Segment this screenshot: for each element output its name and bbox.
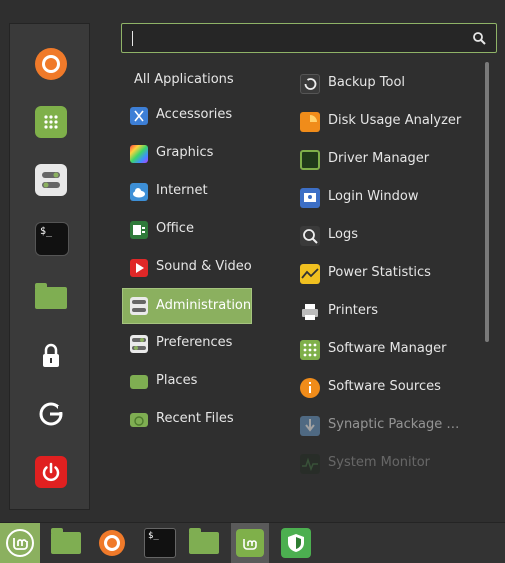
printer-icon	[300, 302, 320, 322]
files-icon[interactable]	[35, 282, 67, 314]
app-label: Printers	[328, 303, 379, 318]
category-label: Places	[156, 373, 198, 388]
app-disk-usage-analyzer[interactable]: Disk Usage Analyzer	[300, 109, 480, 135]
app-driver-manager[interactable]: Driver Manager	[300, 147, 480, 173]
app-backup-tool[interactable]: Backup Tool	[300, 71, 480, 97]
accessories-icon	[130, 107, 148, 125]
firefox-icon[interactable]	[35, 48, 67, 80]
terminal-icon: $_	[144, 528, 176, 558]
software-sources-icon	[300, 378, 320, 398]
lock-screen-icon[interactable]	[35, 340, 67, 372]
shield-icon	[281, 528, 311, 558]
app-label: Backup Tool	[328, 75, 406, 90]
app-power-statistics[interactable]: Power Statistics	[300, 261, 480, 287]
category-accessories[interactable]: Accessories	[122, 99, 252, 133]
shutdown-icon[interactable]	[35, 456, 67, 488]
category-recent-files[interactable]: Recent Files	[122, 403, 252, 437]
taskbar-firefox[interactable]	[92, 523, 132, 563]
app-label: Login Window	[328, 189, 419, 204]
preferences-icon	[130, 335, 148, 353]
app-software-manager[interactable]: Software Manager	[300, 337, 480, 363]
linux-mint-icon	[6, 529, 34, 557]
logs-icon	[300, 226, 320, 246]
administration-icon	[130, 297, 148, 315]
category-label: Recent Files	[156, 411, 234, 426]
office-icon	[130, 221, 148, 239]
firefox-icon	[99, 530, 125, 556]
category-places[interactable]: Places	[122, 365, 252, 399]
app-label: Logs	[328, 227, 358, 242]
settings-icon[interactable]	[35, 164, 67, 196]
menu-button[interactable]	[0, 523, 40, 563]
category-all-applications[interactable]: All Applications	[122, 64, 252, 98]
app-label: System Monitor	[328, 455, 431, 470]
recent-files-icon	[130, 413, 148, 427]
category-label: All Applications	[134, 72, 234, 87]
taskbar: $_	[0, 522, 505, 563]
taskbar-show-desktop[interactable]	[46, 523, 86, 563]
disk-usage-icon	[300, 112, 320, 132]
taskbar-terminal[interactable]: $_	[140, 523, 180, 563]
category-preferences[interactable]: Preferences	[122, 327, 252, 361]
places-icon	[130, 375, 148, 389]
app-login-window[interactable]: Login Window	[300, 185, 480, 211]
category-label: Graphics	[156, 145, 214, 160]
text-cursor	[132, 31, 133, 46]
app-logs[interactable]: Logs	[300, 223, 480, 249]
taskbar-mintinstall[interactable]	[231, 523, 269, 563]
power-statistics-icon	[300, 264, 320, 284]
application-menu: $_ All Applications Accessories Graphics…	[0, 0, 505, 522]
graphics-icon	[130, 145, 148, 163]
files-icon	[189, 528, 219, 554]
taskbar-files[interactable]	[184, 523, 224, 563]
terminal-icon[interactable]: $_	[35, 222, 69, 256]
category-graphics[interactable]: Graphics	[122, 137, 252, 171]
login-window-icon	[300, 188, 320, 208]
app-label: Software Sources	[328, 379, 441, 394]
category-label: Administration	[156, 298, 252, 313]
desktop-folder-icon	[51, 528, 81, 554]
software-manager-icon	[236, 529, 264, 557]
app-list-scrollbar[interactable]	[485, 62, 489, 342]
backup-icon	[300, 74, 320, 94]
app-system-monitor[interactable]: System Monitor	[300, 451, 480, 477]
synaptic-icon	[300, 416, 320, 436]
app-label: Software Manager	[328, 341, 447, 356]
category-label: Preferences	[156, 335, 233, 350]
software-manager-icon	[300, 340, 320, 360]
category-label: Sound & Video	[156, 259, 252, 274]
driver-manager-icon	[300, 150, 320, 170]
category-label: Office	[156, 221, 194, 236]
sound-video-icon	[130, 259, 148, 277]
logout-icon[interactable]	[35, 398, 67, 430]
app-label: Synaptic Package …	[328, 417, 460, 432]
system-monitor-icon	[300, 454, 320, 474]
app-software-sources[interactable]: Software Sources	[300, 375, 480, 401]
category-office[interactable]: Office	[122, 213, 252, 247]
app-label: Power Statistics	[328, 265, 431, 280]
search-input[interactable]	[136, 28, 460, 50]
app-synaptic[interactable]: Synaptic Package …	[300, 413, 480, 439]
category-administration[interactable]: Administration	[122, 288, 252, 324]
taskbar-update-manager[interactable]	[276, 523, 316, 563]
favorites-panel: $_	[9, 23, 90, 510]
category-label: Accessories	[156, 107, 233, 122]
internet-icon	[130, 183, 148, 201]
app-label: Disk Usage Analyzer	[328, 113, 462, 128]
software-manager-icon[interactable]	[35, 106, 67, 138]
search-icon	[473, 32, 486, 45]
app-printers[interactable]: Printers	[300, 299, 480, 325]
search-field[interactable]	[121, 23, 497, 53]
app-label: Driver Manager	[328, 151, 430, 166]
category-sound-video[interactable]: Sound & Video	[122, 251, 252, 285]
category-internet[interactable]: Internet	[122, 175, 252, 209]
category-label: Internet	[156, 183, 208, 198]
